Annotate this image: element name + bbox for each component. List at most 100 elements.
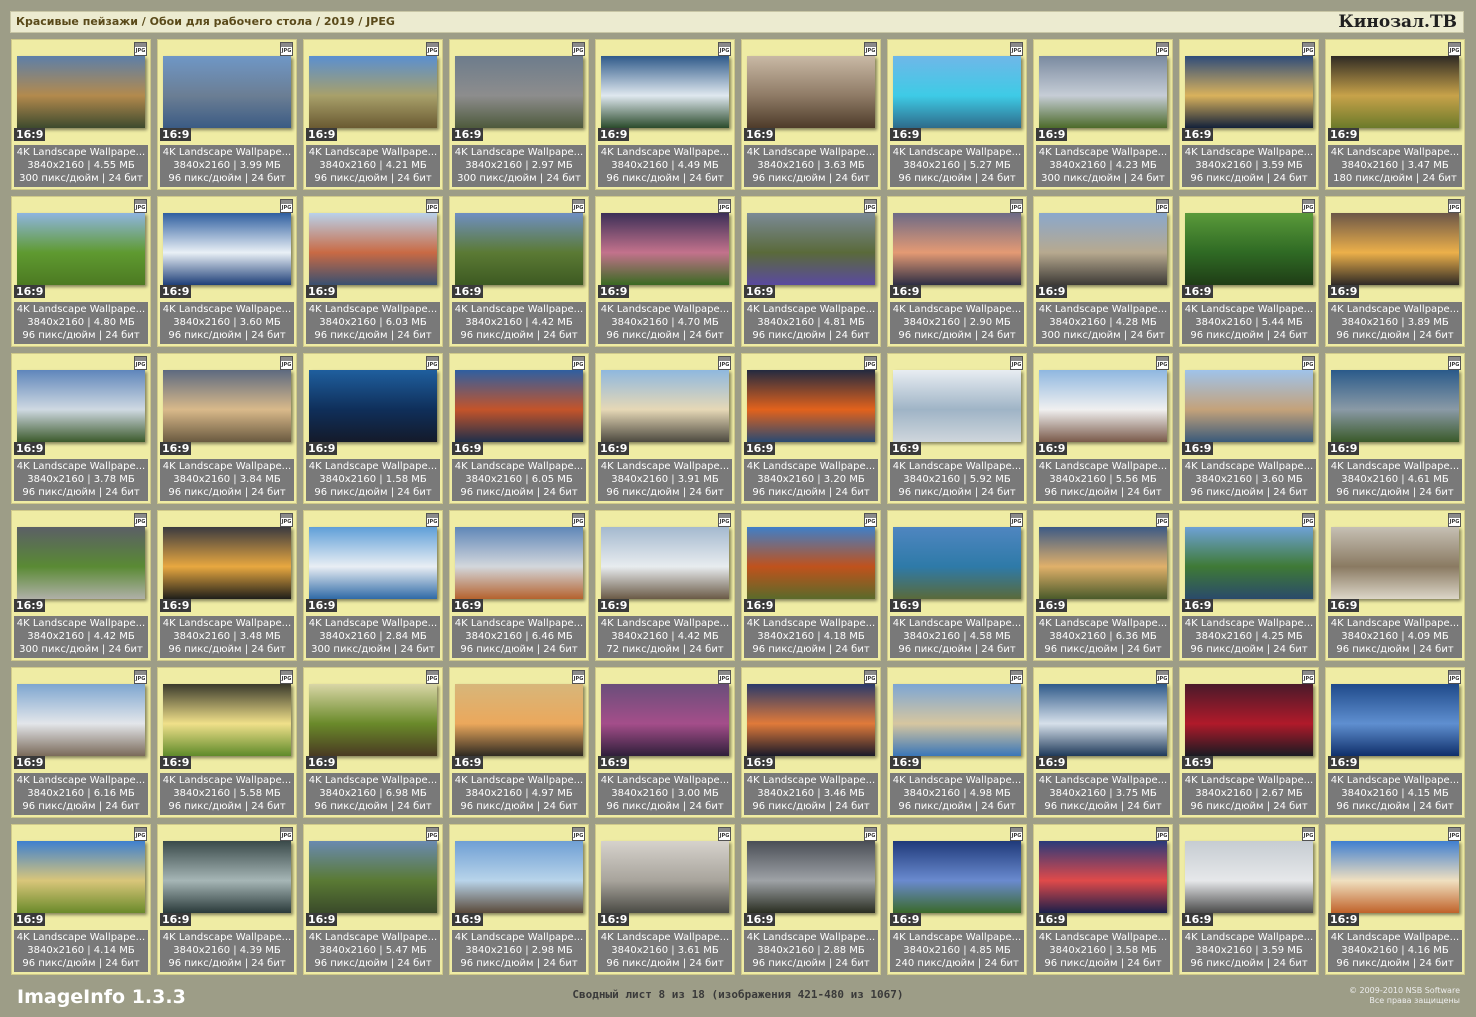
thumbnail-tile[interactable]: JPG 16:9 4K Landscape Wallpape... 3840x2160… <box>741 353 881 504</box>
thumbnail-tile[interactable]: JPG 16:9 4K Landscape Wallpape... 3840x2160… <box>887 510 1027 661</box>
thumbnail-image[interactable] <box>893 684 1021 756</box>
thumbnail-tile[interactable]: JPG 16:9 4K Landscape Wallpape... 3840x2160… <box>303 353 443 504</box>
thumbnail-tile[interactable]: JPG 16:9 4K Landscape Wallpape... 3840x2160… <box>887 353 1027 504</box>
thumbnail-image[interactable] <box>1185 684 1313 756</box>
thumbnail-image[interactable] <box>893 370 1021 442</box>
thumbnail-image[interactable] <box>1185 213 1313 285</box>
thumbnail-tile[interactable]: JPG 16:9 4K Landscape Wallpape... 3840x2160… <box>887 824 1027 975</box>
thumbnail-tile[interactable]: JPG 16:9 4K Landscape Wallpape... 3840x2160… <box>1179 667 1319 818</box>
thumbnail-tile[interactable]: JPG 16:9 4K Landscape Wallpape... 3840x2160… <box>449 824 589 975</box>
thumbnail-tile[interactable]: JPG 16:9 4K Landscape Wallpape... 3840x2160… <box>303 824 443 975</box>
thumbnail-image[interactable] <box>455 527 583 599</box>
thumbnail-tile[interactable]: JPG 16:9 4K Landscape Wallpape... 3840x2160… <box>11 824 151 975</box>
thumbnail-image[interactable] <box>309 56 437 128</box>
thumbnail-image[interactable] <box>893 527 1021 599</box>
thumbnail-image[interactable] <box>747 370 875 442</box>
thumbnail-tile[interactable]: JPG 16:9 4K Landscape Wallpape... 3840x2160… <box>449 39 589 190</box>
thumbnail-image[interactable] <box>163 684 291 756</box>
thumbnail-image[interactable] <box>893 56 1021 128</box>
thumbnail-image[interactable] <box>309 684 437 756</box>
thumbnail-tile[interactable]: JPG 16:9 4K Landscape Wallpape... 3840x2160… <box>1033 667 1173 818</box>
thumbnail-image[interactable] <box>1039 213 1167 285</box>
thumbnail-tile[interactable]: JPG 16:9 4K Landscape Wallpape... 3840x2160… <box>741 196 881 347</box>
thumbnail-tile[interactable]: JPG 16:9 4K Landscape Wallpape... 3840x2160… <box>595 510 735 661</box>
thumbnail-image[interactable] <box>455 370 583 442</box>
thumbnail-tile[interactable]: JPG 16:9 4K Landscape Wallpape... 3840x2160… <box>741 667 881 818</box>
thumbnail-tile[interactable]: JPG 16:9 4K Landscape Wallpape... 3840x2160… <box>11 667 151 818</box>
thumbnail-tile[interactable]: JPG 16:9 4K Landscape Wallpape... 3840x2160… <box>887 39 1027 190</box>
thumbnail-image[interactable] <box>1185 527 1313 599</box>
thumbnail-image[interactable] <box>747 527 875 599</box>
thumbnail-tile[interactable]: JPG 16:9 4K Landscape Wallpape... 3840x2160… <box>741 824 881 975</box>
thumbnail-tile[interactable]: JPG 16:9 4K Landscape Wallpape... 3840x2160… <box>1033 196 1173 347</box>
thumbnail-tile[interactable]: JPG 16:9 4K Landscape Wallpape... 3840x2160… <box>1325 667 1465 818</box>
thumbnail-tile[interactable]: JPG 16:9 4K Landscape Wallpape... 3840x2160… <box>303 39 443 190</box>
thumbnail-image[interactable] <box>455 213 583 285</box>
thumbnail-image[interactable] <box>1039 370 1167 442</box>
thumbnail-tile[interactable]: JPG 16:9 4K Landscape Wallpape... 3840x2160… <box>1325 353 1465 504</box>
thumbnail-tile[interactable]: JPG 16:9 4K Landscape Wallpape... 3840x2160… <box>11 510 151 661</box>
thumbnail-tile[interactable]: JPG 16:9 4K Landscape Wallpape... 3840x2160… <box>1325 39 1465 190</box>
thumbnail-image[interactable] <box>1331 841 1459 913</box>
thumbnail-tile[interactable]: JPG 16:9 4K Landscape Wallpape... 3840x2160… <box>449 510 589 661</box>
thumbnail-image[interactable] <box>1039 56 1167 128</box>
thumbnail-tile[interactable]: JPG 16:9 4K Landscape Wallpape... 3840x2160… <box>887 196 1027 347</box>
thumbnail-tile[interactable]: JPG 16:9 4K Landscape Wallpape... 3840x2160… <box>741 510 881 661</box>
thumbnail-image[interactable] <box>455 56 583 128</box>
thumbnail-tile[interactable]: JPG 16:9 4K Landscape Wallpape... 3840x2160… <box>303 510 443 661</box>
thumbnail-image[interactable] <box>1331 684 1459 756</box>
thumbnail-image[interactable] <box>163 370 291 442</box>
thumbnail-image[interactable] <box>309 527 437 599</box>
thumbnail-image[interactable] <box>309 841 437 913</box>
thumbnail-image[interactable] <box>747 213 875 285</box>
thumbnail-tile[interactable]: JPG 16:9 4K Landscape Wallpape... 3840x2160… <box>157 824 297 975</box>
thumbnail-tile[interactable]: JPG 16:9 4K Landscape Wallpape... 3840x2160… <box>1033 824 1173 975</box>
thumbnail-tile[interactable]: JPG 16:9 4K Landscape Wallpape... 3840x2160… <box>1325 824 1465 975</box>
thumbnail-image[interactable] <box>1185 370 1313 442</box>
thumbnail-image[interactable] <box>1331 213 1459 285</box>
thumbnail-tile[interactable]: JPG 16:9 4K Landscape Wallpape... 3840x2160… <box>157 353 297 504</box>
thumbnail-tile[interactable]: JPG 16:9 4K Landscape Wallpape... 3840x2160… <box>11 39 151 190</box>
thumbnail-image[interactable] <box>455 684 583 756</box>
thumbnail-tile[interactable]: JPG 16:9 4K Landscape Wallpape... 3840x2160… <box>1033 353 1173 504</box>
thumbnail-tile[interactable]: JPG 16:9 4K Landscape Wallpape... 3840x2160… <box>1179 824 1319 975</box>
thumbnail-image[interactable] <box>17 370 145 442</box>
thumbnail-image[interactable] <box>601 370 729 442</box>
thumbnail-image[interactable] <box>747 684 875 756</box>
thumbnail-tile[interactable]: JPG 16:9 4K Landscape Wallpape... 3840x2160… <box>1179 196 1319 347</box>
thumbnail-tile[interactable]: JPG 16:9 4K Landscape Wallpape... 3840x2160… <box>595 353 735 504</box>
thumbnail-image[interactable] <box>17 684 145 756</box>
thumbnail-tile[interactable]: JPG 16:9 4K Landscape Wallpape... 3840x2160… <box>887 667 1027 818</box>
thumbnail-tile[interactable]: JPG 16:9 4K Landscape Wallpape... 3840x2160… <box>595 824 735 975</box>
thumbnail-image[interactable] <box>309 213 437 285</box>
thumbnail-tile[interactable]: JPG 16:9 4K Landscape Wallpape... 3840x2160… <box>449 353 589 504</box>
thumbnail-image[interactable] <box>747 56 875 128</box>
thumbnail-image[interactable] <box>747 841 875 913</box>
thumbnail-image[interactable] <box>1039 527 1167 599</box>
thumbnail-image[interactable] <box>163 841 291 913</box>
thumbnail-tile[interactable]: JPG 16:9 4K Landscape Wallpape... 3840x2160… <box>1179 510 1319 661</box>
thumbnail-tile[interactable]: JPG 16:9 4K Landscape Wallpape... 3840x2160… <box>1325 196 1465 347</box>
thumbnail-tile[interactable]: JPG 16:9 4K Landscape Wallpape... 3840x2160… <box>1179 353 1319 504</box>
thumbnail-tile[interactable]: JPG 16:9 4K Landscape Wallpape... 3840x2160… <box>595 39 735 190</box>
thumbnail-tile[interactable]: JPG 16:9 4K Landscape Wallpape... 3840x2160… <box>595 667 735 818</box>
thumbnail-image[interactable] <box>1185 841 1313 913</box>
thumbnail-tile[interactable]: JPG 16:9 4K Landscape Wallpape... 3840x2160… <box>1179 39 1319 190</box>
thumbnail-tile[interactable]: JPG 16:9 4K Landscape Wallpape... 3840x2160… <box>449 667 589 818</box>
thumbnail-tile[interactable]: JPG 16:9 4K Landscape Wallpape... 3840x2160… <box>157 510 297 661</box>
thumbnail-tile[interactable]: JPG 16:9 4K Landscape Wallpape... 3840x2160… <box>741 39 881 190</box>
thumbnail-image[interactable] <box>163 213 291 285</box>
thumbnail-image[interactable] <box>1039 684 1167 756</box>
thumbnail-tile[interactable]: JPG 16:9 4K Landscape Wallpape... 3840x2160… <box>11 353 151 504</box>
thumbnail-image[interactable] <box>1331 527 1459 599</box>
thumbnail-image[interactable] <box>893 213 1021 285</box>
thumbnail-image[interactable] <box>17 527 145 599</box>
thumbnail-tile[interactable]: JPG 16:9 4K Landscape Wallpape... 3840x2160… <box>303 667 443 818</box>
thumbnail-image[interactable] <box>309 370 437 442</box>
thumbnail-image[interactable] <box>1331 56 1459 128</box>
thumbnail-tile[interactable]: JPG 16:9 4K Landscape Wallpape... 3840x2160… <box>1033 510 1173 661</box>
thumbnail-tile[interactable]: JPG 16:9 4K Landscape Wallpape... 3840x2160… <box>157 196 297 347</box>
thumbnail-image[interactable] <box>17 56 145 128</box>
thumbnail-image[interactable] <box>17 841 145 913</box>
thumbnail-tile[interactable]: JPG 16:9 4K Landscape Wallpape... 3840x2160… <box>449 196 589 347</box>
